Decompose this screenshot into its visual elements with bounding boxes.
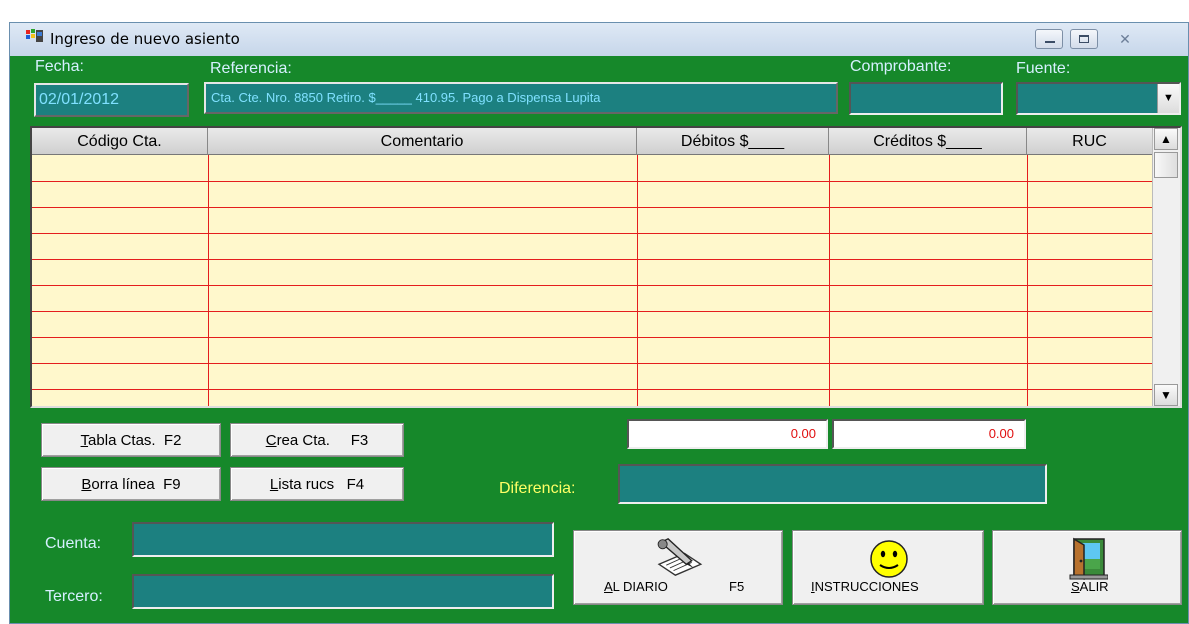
cuenta-field[interactable] — [132, 522, 554, 557]
arrow-down-icon: ▼ — [1160, 388, 1172, 402]
total-debitos: 0.00 — [627, 419, 828, 449]
minimize-button[interactable] — [1035, 29, 1063, 49]
row-divider — [32, 311, 1153, 312]
row-divider — [32, 337, 1153, 338]
tabla-ctas-label: Tabla Ctas. F2 — [80, 431, 182, 449]
total-creditos: 0.00 — [832, 419, 1026, 449]
al-diario-key: F5 — [729, 579, 745, 594]
row-divider — [32, 389, 1153, 390]
col-header-creditos[interactable]: Créditos $____ — [829, 128, 1027, 155]
col-header-ruc[interactable]: RUC — [1027, 128, 1153, 155]
instrucciones-label: INSTRUCCIONES — [811, 579, 919, 594]
column-divider — [637, 155, 638, 406]
column-divider — [829, 155, 830, 406]
row-divider — [32, 207, 1153, 208]
row-divider — [32, 233, 1153, 234]
minimize-icon — [1045, 41, 1055, 43]
title-bar: Ingreso de nuevo asiento ✕ — [10, 23, 1188, 56]
fuente-select[interactable]: ▼ — [1016, 82, 1181, 115]
fuente-label: Fuente: — [1016, 60, 1071, 77]
crea-cta-label: Crea Cta. F3 — [265, 431, 369, 449]
referencia-label: Referencia: — [210, 60, 292, 77]
exit-door-icon — [1069, 537, 1108, 580]
al-diario-button[interactable]: AL DIARIO F5 — [573, 530, 783, 605]
tabla-ctas-button[interactable]: Tabla Ctas. F2 — [41, 423, 221, 457]
scroll-thumb[interactable] — [1154, 152, 1178, 178]
tercero-field[interactable] — [132, 574, 554, 609]
crea-cta-button[interactable]: Crea Cta. F3 — [230, 423, 404, 457]
close-icon: ✕ — [1119, 31, 1131, 47]
close-button[interactable]: ✕ — [1110, 29, 1140, 49]
salir-button[interactable]: SALIR — [992, 530, 1182, 605]
comprobante-label: Comprobante: — [850, 58, 952, 75]
borra-linea-label: Borra línea F9 — [81, 475, 181, 493]
salir-label: SALIR — [1071, 579, 1109, 594]
row-divider — [32, 285, 1153, 286]
windows-flag-icon — [26, 29, 43, 42]
referencia-value: Cta. Cte. Nro. 8850 Retiro. $_____ 410.9… — [211, 90, 601, 105]
row-divider — [32, 363, 1153, 364]
lista-rucs-label: Lista rucs F4 — [269, 475, 365, 493]
restore-button[interactable] — [1070, 29, 1098, 49]
scroll-up-button[interactable]: ▲ — [1154, 128, 1178, 150]
fuente-dropdown-button[interactable]: ▼ — [1157, 84, 1179, 113]
row-divider — [32, 259, 1153, 260]
cuenta-label: Cuenta: — [45, 535, 102, 552]
scroll-down-button[interactable]: ▼ — [1154, 384, 1178, 406]
smiley-face-icon — [870, 540, 908, 578]
col-header-debitos[interactable]: Débitos $____ — [637, 128, 829, 155]
column-divider — [208, 155, 209, 406]
col-header-codigo[interactable]: Código Cta. — [32, 128, 208, 155]
row-divider — [32, 181, 1153, 182]
referencia-field[interactable]: Cta. Cte. Nro. 8850 Retiro. $_____ 410.9… — [204, 82, 838, 114]
column-divider — [1027, 155, 1028, 406]
grid-vertical-scrollbar[interactable]: ▲ ▼ — [1152, 128, 1180, 406]
asiento-grid[interactable]: Código Cta. Comentario Débitos $____ Cré… — [30, 126, 1182, 408]
instrucciones-button[interactable]: INSTRUCCIONES — [792, 530, 984, 605]
pen-writing-icon — [657, 537, 703, 576]
comprobante-field[interactable] — [849, 82, 1003, 115]
arrow-up-icon: ▲ — [1160, 132, 1172, 146]
app-window: Ingreso de nuevo asiento ✕ Fecha: Refere… — [9, 22, 1189, 624]
chevron-down-icon: ▼ — [1163, 92, 1174, 104]
fecha-value: 02/01/2012 — [39, 91, 120, 108]
fecha-field[interactable]: 02/01/2012 — [34, 83, 189, 117]
window-title: Ingreso de nuevo asiento — [50, 30, 240, 48]
fecha-label: Fecha: — [35, 58, 84, 75]
borra-linea-button[interactable]: Borra línea F9 — [41, 467, 221, 501]
tercero-label: Tercero: — [45, 588, 103, 605]
lista-rucs-button[interactable]: Lista rucs F4 — [230, 467, 404, 501]
col-header-comentario[interactable]: Comentario — [208, 128, 637, 155]
al-diario-label: AL DIARIO — [604, 579, 668, 594]
restore-icon — [1079, 35, 1089, 43]
diferencia-label: Diferencia: — [499, 480, 576, 497]
diferencia-field — [618, 464, 1047, 504]
